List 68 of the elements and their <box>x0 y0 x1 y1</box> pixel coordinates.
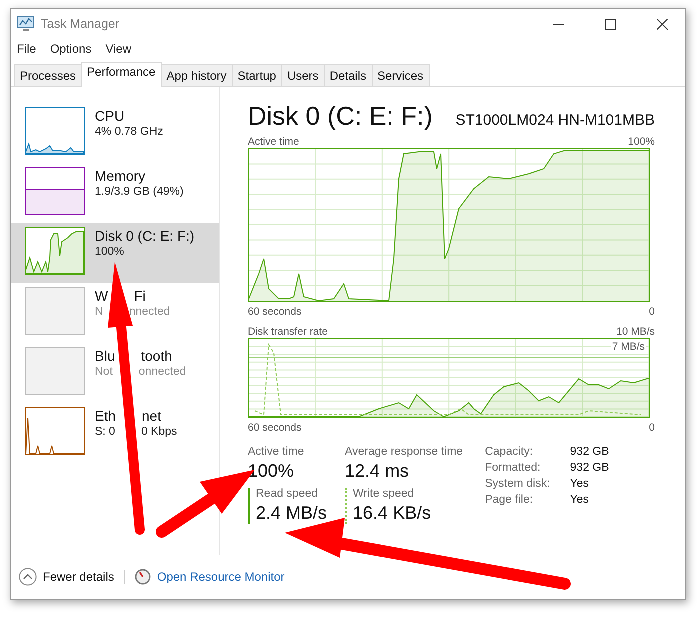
tab[interactable]: Users <box>281 64 325 86</box>
device-detail: 100% <box>95 246 124 258</box>
chevron-up-icon <box>19 568 37 586</box>
device-detail: onnected <box>138 366 186 378</box>
task-manager-icon <box>17 16 35 32</box>
disk-title: Disk 0 (C: E: F:) <box>248 101 433 132</box>
stat-value: 2.4 MB/s <box>256 503 328 524</box>
stat-label: Read speed <box>256 488 320 500</box>
device-detail: Not <box>95 366 113 378</box>
device-detail: 0 Kbps <box>141 426 178 438</box>
axis-time-label: 60 seconds <box>248 422 302 434</box>
device-name: CPU <box>95 108 125 124</box>
legend-line <box>248 488 250 524</box>
tab[interactable]: Startup <box>232 64 282 86</box>
property-label: Page file: <box>485 494 534 506</box>
disk-model: ST1000LM024 HN-M101MBB <box>456 112 655 129</box>
tab[interactable]: Services <box>372 64 430 86</box>
graph-label: Disk transfer rate <box>248 326 328 338</box>
sidebar-item[interactable]: Disk 0 (C: E: F:) 100% <box>11 223 219 283</box>
sidebar-item[interactable]: Memory 1.9/3.9 GB (49%) <box>11 163 219 223</box>
property-value: Yes <box>570 494 590 506</box>
stat-value: 100% <box>248 461 296 482</box>
sidebar-item[interactable]: CPU 4% 0.78 GHz <box>11 103 219 163</box>
stat-value: 12.4 ms <box>345 461 410 482</box>
property-value: 932 GB <box>570 446 610 458</box>
stat-label: Write speed <box>353 488 416 500</box>
device-name: tooth <box>141 348 172 364</box>
property-value: 932 GB <box>570 462 610 474</box>
device-detail: N <box>95 306 104 318</box>
device-name: Blu <box>95 348 116 364</box>
device-name: net <box>142 408 162 424</box>
property-label: System disk: <box>485 478 550 490</box>
stat-label: Average response time <box>345 446 464 458</box>
axis-max-label: 10 MB/s <box>616 326 655 338</box>
axis-max-label: 100% <box>628 136 655 148</box>
property-label: Capacity: <box>485 446 534 458</box>
device-detail: 4% 0.78 GHz <box>95 126 164 138</box>
menu-item[interactable]: View <box>106 41 132 57</box>
device-name: Memory <box>95 168 146 184</box>
device-name: Fi <box>134 288 146 304</box>
tab[interactable]: Performance <box>81 62 162 87</box>
tab[interactable]: App history <box>160 64 233 86</box>
window-title: Task Manager <box>41 17 121 31</box>
resource-monitor-link[interactable]: Open Resource Monitor <box>157 570 285 584</box>
sidebar-item[interactable]: Eth net S: 0 0 Kbps <box>11 403 219 463</box>
fewer-details-button[interactable]: Fewer details <box>19 568 114 586</box>
device-name: Disk 0 (C: E: F:) <box>95 228 195 244</box>
gauge-icon <box>135 569 152 585</box>
device-detail: 1.9/3.9 GB (49%) <box>95 186 184 198</box>
property-label: Formatted: <box>485 462 542 474</box>
close-icon[interactable] <box>656 18 668 30</box>
axis-time-label: 60 seconds <box>248 306 302 318</box>
menu-item[interactable]: Options <box>50 41 92 57</box>
menu-item[interactable]: File <box>17 41 36 57</box>
property-value: Yes <box>570 478 590 490</box>
maximize-icon[interactable] <box>604 18 616 30</box>
axis-min-label: 0 <box>649 422 655 434</box>
device-name: W <box>95 288 108 304</box>
axis-min-label: 0 <box>649 306 655 318</box>
tab[interactable]: Details <box>324 64 372 86</box>
device-detail: nnected <box>129 306 170 318</box>
stat-label: Active time <box>248 446 304 458</box>
graph-label: Active time <box>248 136 300 148</box>
device-name: Eth <box>95 408 116 424</box>
device-detail: S: 0 <box>95 426 116 438</box>
tab[interactable]: Processes <box>14 64 82 86</box>
scale-label: 7 MB/s <box>611 341 646 353</box>
stat-value: 16.4 KB/s <box>353 503 432 524</box>
